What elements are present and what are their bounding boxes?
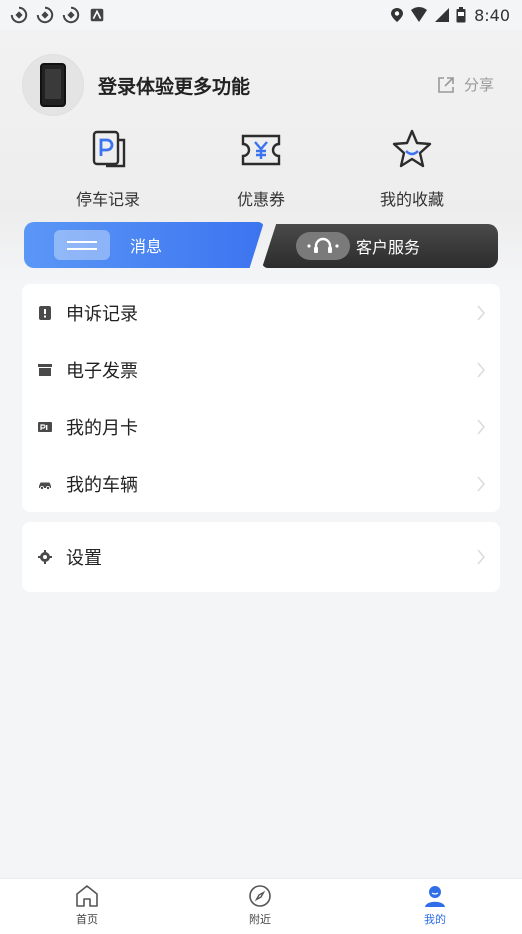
chevron-right-icon [477,549,486,565]
wifi-icon [411,7,428,22]
user-icon [425,886,445,907]
monthly-card-icon [38,420,52,434]
menu-item-vehicle[interactable]: 我的车辆 [22,455,500,512]
menu-item-label: 设置 [66,548,102,569]
invoice-icon [38,363,52,377]
appeal-icon [38,305,52,320]
parking-record-icon [92,130,126,168]
login-prompt[interactable]: 登录体验更多功能 [98,72,250,99]
chevron-right-icon [477,418,486,435]
sync-icon [36,6,54,24]
settings-card: 设置 [22,522,500,592]
car-icon [38,477,52,491]
menu-item-invoice[interactable]: 电子发票 [22,341,500,398]
status-icons-right: 8:40 [390,6,510,25]
signal-icon [435,8,450,22]
quick-label: 我的收藏 [379,190,444,209]
menu-item-monthly-card[interactable]: 我的月卡 [22,398,500,455]
nav-mine[interactable]: 我的 [405,883,465,927]
share-icon [438,76,454,93]
battery-icon [456,7,466,23]
status-icons-left [10,6,106,24]
nav-label: 首页 [76,913,98,926]
menu-item-label: 我的月卡 [66,417,138,439]
notification-icon [90,8,104,22]
quick-parking-record[interactable]: 停车记录 [53,126,163,210]
chevron-right-icon [477,304,486,321]
menu-item-label: 电子发票 [66,360,138,382]
quick-coupon[interactable]: 优惠券 [206,126,316,210]
sync-icon [62,6,80,24]
headset-icon [296,232,350,260]
gear-icon [38,550,52,564]
tab-messages[interactable]: 消息 [24,222,264,268]
phone-avatar-icon [40,63,66,107]
sync-icon [10,6,28,24]
tab-messages-label: 消息 [130,237,163,256]
chevron-right-icon [477,361,486,378]
menu-card: 申诉记录 电子发票 我的月卡 我的车辆 [22,284,500,512]
menu-item-label: 申诉记录 [66,303,138,325]
menu-item-label: 我的车辆 [66,474,138,496]
coupon-icon [241,134,281,166]
nav-home[interactable]: 首页 [57,883,117,927]
tab-customer-service-label: 客户服务 [356,238,421,257]
message-icon [54,230,110,260]
share-button[interactable]: 分享 [436,74,494,95]
menu-item-appeal[interactable]: 申诉记录 [22,284,500,341]
share-label: 分享 [463,76,494,94]
quick-favorites[interactable]: 我的收藏 [357,126,467,210]
nav-nearby[interactable]: 附近 [230,883,290,927]
quick-actions: 停车记录 优惠券 我的收藏 [0,126,522,212]
chevron-right-icon [477,475,486,492]
avatar[interactable] [22,54,84,116]
quick-label: 优惠券 [236,190,285,209]
status-bar: 8:40 [0,0,522,30]
quick-label: 停车记录 [75,190,140,209]
location-icon [391,8,404,22]
status-time: 8:40 [474,5,510,25]
nav-label: 附近 [249,913,271,926]
nav-label: 我的 [424,913,446,926]
tab-bar: 消息 客户服务 [24,222,498,270]
bottom-nav: 首页 附近 我的 [0,878,522,934]
menu-item-settings[interactable]: 设置 [22,522,500,592]
star-icon [392,129,432,168]
compass-icon [249,885,271,907]
home-icon [76,885,98,907]
tab-customer-service[interactable]: 客户服务 [262,224,498,268]
